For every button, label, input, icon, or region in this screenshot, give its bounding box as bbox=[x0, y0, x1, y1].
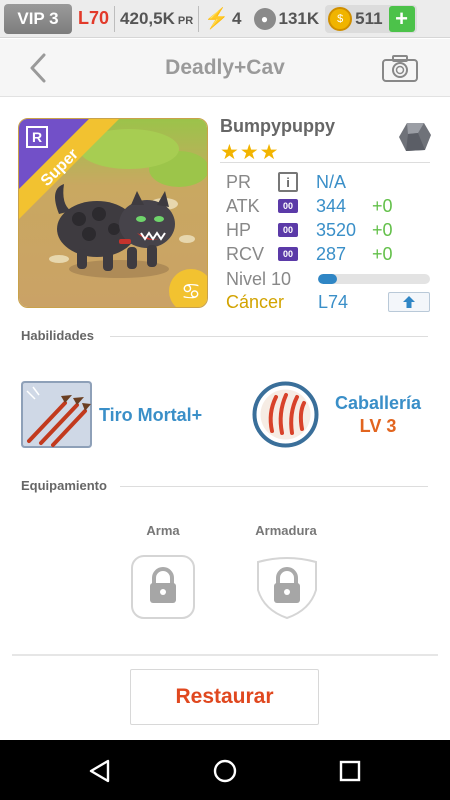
creature-name: Bumpypuppy bbox=[220, 116, 335, 136]
weapon-slot-label: Arma bbox=[146, 523, 180, 538]
power-rating: 420,5K PR bbox=[120, 9, 193, 29]
perk-level: LV 3 bbox=[359, 416, 397, 436]
stat-badge: 00 bbox=[278, 223, 298, 237]
coin-counter: $ 511 + bbox=[325, 4, 417, 33]
armor-slot-label: Armadura bbox=[255, 523, 317, 538]
back-triangle-icon[interactable] bbox=[86, 757, 114, 785]
creature-image: R Super ♋ bbox=[19, 119, 207, 307]
stat-bonus: +0 bbox=[372, 195, 393, 216]
stat-label: ATK bbox=[226, 195, 260, 216]
player-level: L70 bbox=[78, 8, 110, 28]
home-circle-icon[interactable] bbox=[211, 757, 239, 785]
stat-value: 344 bbox=[316, 195, 347, 216]
divider bbox=[114, 5, 116, 32]
food-value: 131K bbox=[278, 8, 320, 28]
arrow-up-icon bbox=[403, 296, 415, 308]
armor-slot[interactable] bbox=[254, 554, 320, 620]
creature-portrait[interactable]: R Super ♋ bbox=[18, 118, 208, 308]
perk-name[interactable]: Caballería bbox=[330, 393, 426, 414]
rank-letter: R bbox=[32, 129, 42, 145]
restore-button[interactable]: Restaurar bbox=[130, 669, 319, 725]
cancer-icon: ♋ bbox=[181, 280, 201, 305]
level-progress-fill bbox=[318, 274, 338, 284]
stat-bonus: +0 bbox=[372, 243, 393, 264]
power-unit: PR bbox=[177, 14, 194, 27]
vip-badge[interactable]: VIP 3 bbox=[4, 3, 72, 34]
stat-badge: 00 bbox=[278, 247, 298, 261]
coin-value: 511 bbox=[355, 8, 383, 28]
info-icon[interactable]: i bbox=[278, 172, 298, 192]
level-label: Nivel 10 bbox=[226, 268, 292, 289]
sign-row: Cáncer L74 bbox=[226, 291, 432, 313]
stat-label: RCV bbox=[226, 243, 265, 264]
stat-row-pr: PR i N/A bbox=[226, 171, 432, 193]
weapon-slot[interactable] bbox=[130, 554, 196, 620]
resource-bar: VIP 3 L70 420,5K PR ⚡ 4 ● 131K $ 511 + bbox=[0, 0, 450, 38]
energy-counter: ⚡ 4 bbox=[204, 6, 241, 31]
skill-name[interactable]: Tiro Mortal+ bbox=[99, 405, 202, 426]
stat-badge: 00 bbox=[278, 199, 298, 213]
divider bbox=[198, 5, 200, 32]
lightning-icon: ⚡ bbox=[204, 8, 230, 30]
rock-icon bbox=[399, 123, 431, 151]
coin-icon: $ bbox=[328, 6, 353, 31]
stat-bonus: +0 bbox=[372, 219, 393, 240]
stat-value: 287 bbox=[316, 243, 347, 264]
level-row: Nivel 10 bbox=[226, 268, 432, 290]
divider bbox=[220, 162, 430, 163]
paw-icon: ● bbox=[253, 7, 276, 30]
recents-square-icon[interactable] bbox=[336, 757, 364, 785]
camera-icon[interactable] bbox=[381, 53, 419, 83]
divider bbox=[12, 654, 438, 656]
stat-value: 3520 bbox=[316, 219, 357, 240]
triple-arrow-skill-icon[interactable] bbox=[21, 381, 92, 448]
section-title-equipment: Equipamiento bbox=[21, 478, 107, 493]
stat-row-hp: HP 00 3520 +0 bbox=[226, 219, 432, 241]
claw-perk-icon[interactable] bbox=[252, 381, 319, 448]
stat-label: HP bbox=[226, 219, 252, 240]
divider bbox=[110, 336, 428, 337]
stat-label: PR bbox=[226, 171, 252, 192]
food-counter: ● 131K bbox=[253, 7, 320, 30]
section-title-abilities: Habilidades bbox=[21, 328, 94, 343]
divider bbox=[120, 486, 428, 487]
add-coins-button[interactable]: + bbox=[388, 5, 415, 32]
stat-value: N/A bbox=[316, 171, 347, 192]
android-nav-bar bbox=[0, 740, 450, 800]
level-progress-bar bbox=[318, 274, 430, 284]
sign-label: Cáncer bbox=[226, 291, 285, 312]
upgrade-sign-button[interactable] bbox=[388, 292, 430, 312]
sign-level: L74 bbox=[318, 291, 349, 312]
stat-row-atk: ATK 00 344 +0 bbox=[226, 195, 432, 217]
page-header: Deadly+Cav bbox=[0, 39, 450, 97]
energy-value: 4 bbox=[232, 8, 242, 28]
power-value: 420,5K bbox=[120, 8, 175, 28]
stat-row-rcv: RCV 00 287 +0 bbox=[226, 243, 432, 265]
